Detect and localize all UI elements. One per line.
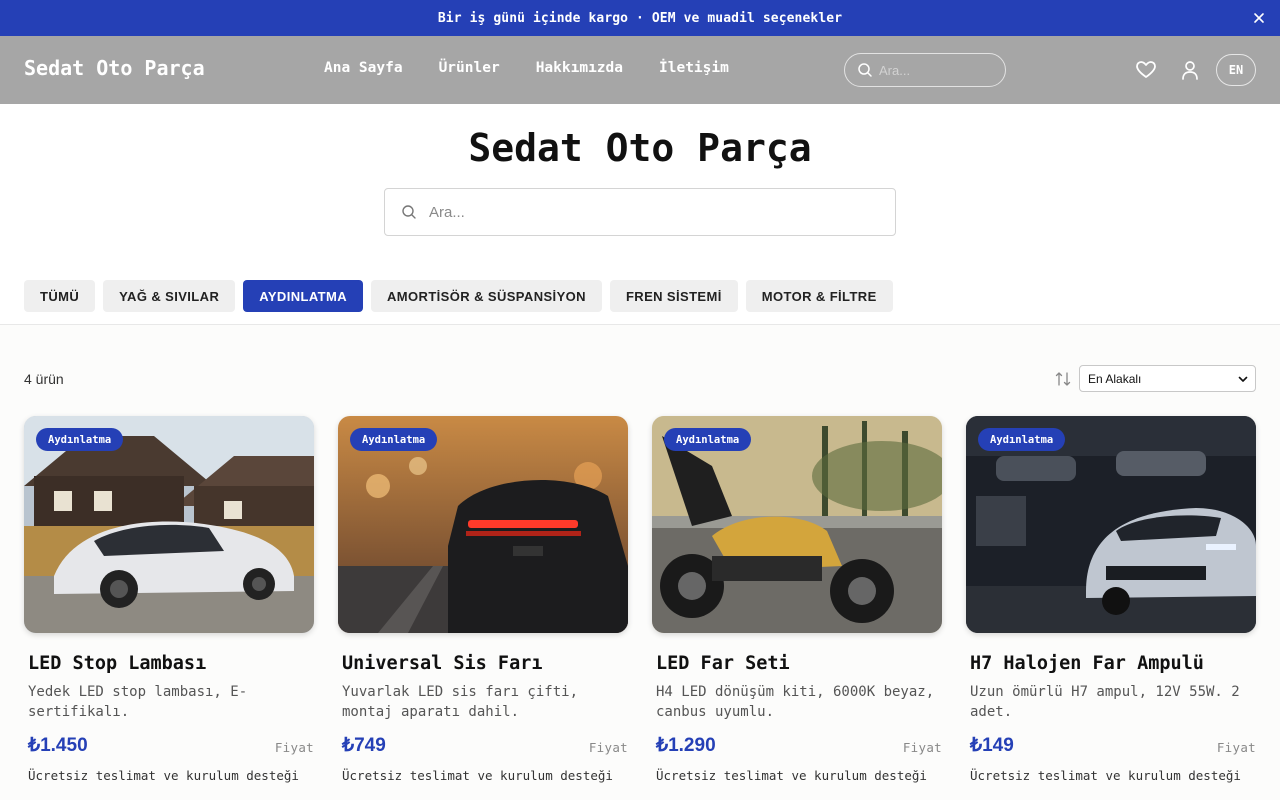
price-row: ₺749 Fiyat (342, 734, 628, 760)
sort-select[interactable]: En Alakalı (1079, 365, 1256, 392)
announcement-bar: Bir iş günü içinde kargo · OEM ve muadil… (0, 0, 1280, 36)
shipping-note: Ücretsiz teslimat ve kurulum desteği (28, 768, 299, 783)
product-name[interactable]: Universal Sis Farı (342, 653, 628, 674)
shipping-note: Ücretsiz teslimat ve kurulum desteği (970, 768, 1241, 783)
category-chip-suspension[interactable]: AMORTİSÖR & SÜSPANSİYON (371, 280, 602, 312)
main-search-input[interactable] (429, 203, 869, 221)
product-card[interactable]: Aydınlatma H7 Halojen Far Ampulü Uzun öm… (966, 416, 1256, 783)
price-row: ₺149 Fiyat (970, 734, 1256, 760)
category-badge: Aydınlatma (350, 428, 438, 451)
product-card[interactable]: Aydınlatma LED Far Seti H4 LED dönüşüm k… (652, 416, 942, 783)
heart-icon[interactable] (1135, 59, 1157, 81)
product-count: 4 ürün (24, 371, 64, 387)
category-badge: Aydınlatma (664, 428, 752, 451)
product-price: ₺1.450 (28, 735, 88, 756)
nav-link-about[interactable]: Hakkımızda (536, 60, 623, 76)
category-badge: Aydınlatma (36, 428, 124, 451)
category-chip-lighting[interactable]: AYDINLATMA (243, 280, 364, 312)
brand-logo[interactable]: Sedat Oto Parça (24, 56, 205, 80)
price-label: Fiyat (902, 740, 942, 755)
product-description: Uzun ömürlü H7 ampul, 12V 55W. 2 adet. (970, 684, 1240, 720)
main-nav: Ana Sayfa Ürünler Hakkımızda İletişim (324, 60, 729, 76)
search-icon (402, 205, 416, 219)
shipping-note: Ücretsiz teslimat ve kurulum desteği (656, 768, 927, 783)
product-name[interactable]: H7 Halojen Far Ampulü (970, 653, 1256, 674)
header-search (844, 53, 1006, 87)
product-price: ₺1.290 (656, 735, 716, 756)
user-icon[interactable] (1179, 59, 1201, 81)
product-image[interactable]: Aydınlatma (652, 416, 942, 633)
price-label: Fiyat (1216, 740, 1256, 755)
product-image[interactable]: Aydınlatma (966, 416, 1256, 633)
product-name[interactable]: LED Far Seti (656, 653, 942, 674)
product-description: Yedek LED stop lambası, E-sertifikalı. (28, 684, 248, 720)
product-name[interactable]: LED Stop Lambası (28, 653, 314, 674)
category-badge: Aydınlatma (978, 428, 1066, 451)
main-search (384, 188, 896, 236)
nav-link-home[interactable]: Ana Sayfa (324, 60, 403, 76)
product-price: ₺749 (342, 735, 386, 756)
price-label: Fiyat (588, 740, 628, 755)
nav-link-products[interactable]: Ürünler (439, 60, 500, 76)
category-chip-oils[interactable]: YAĞ & SIVILAR (103, 280, 236, 312)
chevron-down-icon (1238, 376, 1248, 382)
shipping-note: Ücretsiz teslimat ve kurulum desteği (342, 768, 613, 783)
sort-selected-value: En Alakalı (1088, 371, 1142, 386)
page-title: Sedat Oto Parça (468, 126, 812, 170)
header-search-input[interactable] (879, 62, 989, 78)
product-listing: 4 ürün En Alakalı Aydınlatma LED Stop La… (0, 325, 1280, 800)
category-filters: TÜMÜ YAĞ & SIVILAR AYDINLATMA AMORTİSÖR … (24, 280, 893, 312)
category-chip-engine[interactable]: MOTOR & FİLTRE (745, 280, 893, 312)
price-row: ₺1.290 Fiyat (656, 734, 942, 760)
category-chip-brakes[interactable]: FREN SİSTEMİ (609, 280, 738, 312)
product-price: ₺149 (970, 735, 1014, 756)
language-toggle[interactable]: EN (1216, 54, 1256, 86)
category-chip-all[interactable]: TÜMÜ (24, 280, 96, 312)
announcement-text: Bir iş günü içinde kargo · OEM ve muadil… (437, 10, 843, 26)
site-header: Sedat Oto Parça Ana Sayfa Ürünler Hakkım… (0, 36, 1280, 104)
price-label: Fiyat (274, 740, 314, 755)
price-row: ₺1.450 Fiyat (28, 734, 314, 760)
product-card[interactable]: Aydınlatma LED Stop Lambası Yedek LED st… (24, 416, 314, 783)
product-description: H4 LED dönüşüm kiti, 6000K beyaz, canbus… (656, 684, 935, 720)
product-image[interactable]: Aydınlatma (338, 416, 628, 633)
sort-icon (1055, 372, 1071, 386)
close-icon[interactable] (1250, 9, 1268, 27)
product-description: Yuvarlak LED sis farı çifti, montaj apar… (342, 684, 579, 720)
product-image[interactable]: Aydınlatma (24, 416, 314, 633)
search-icon (858, 63, 872, 77)
product-card[interactable]: Aydınlatma Universal Sis Farı Yuvarlak L… (338, 416, 628, 783)
nav-link-contact[interactable]: İletişim (659, 60, 729, 76)
